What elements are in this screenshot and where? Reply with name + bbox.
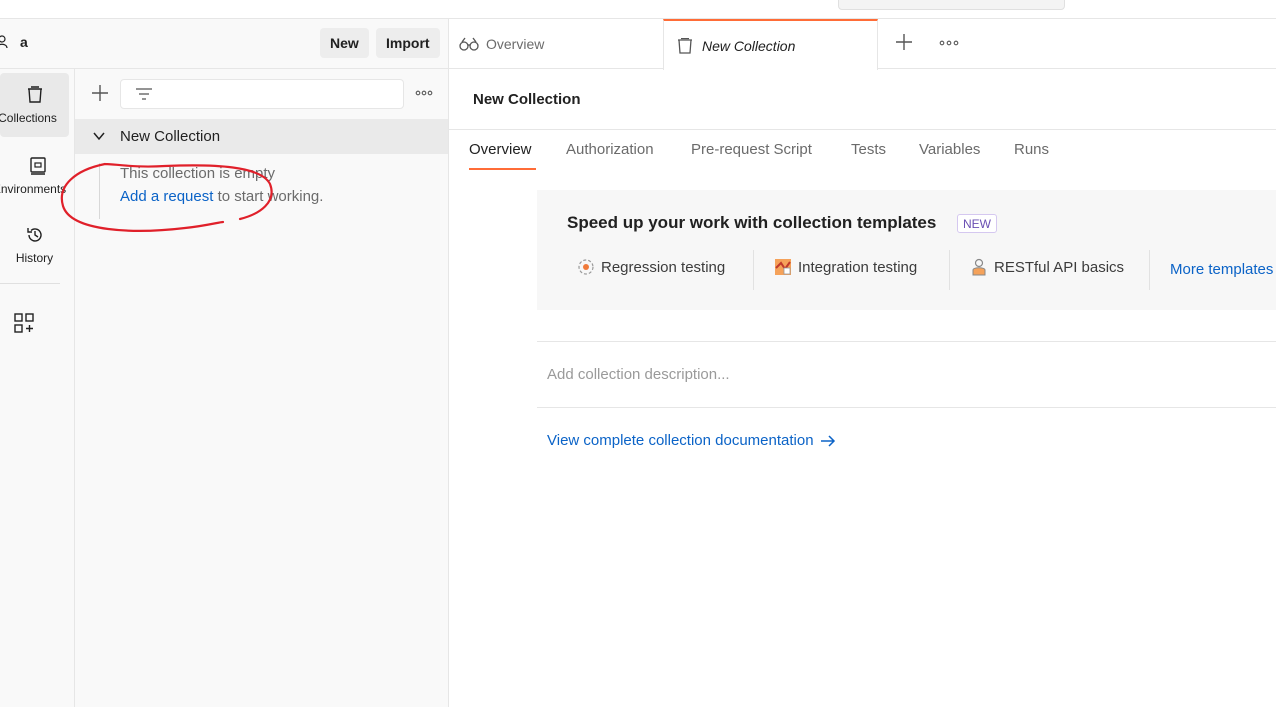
restful-api-icon <box>972 258 986 276</box>
arrow-right-icon <box>820 434 835 447</box>
tab-bar: Overview New Collection <box>449 19 1276 70</box>
overview-icon <box>459 37 479 51</box>
rail-divider <box>0 283 60 284</box>
subtab-tests[interactable]: Tests <box>851 141 886 158</box>
template-separator <box>1149 250 1150 290</box>
template-restful-api-basics[interactable]: RESTful API basics <box>970 258 1124 276</box>
template-regression-testing[interactable]: Regression testing <box>577 258 725 276</box>
top-bar <box>0 0 1276 19</box>
plus-icon[interactable] <box>89 82 111 104</box>
subtab-overview[interactable]: Overview <box>469 141 532 158</box>
filter-icon <box>136 88 152 100</box>
subtab-runs[interactable]: Runs <box>1014 141 1049 158</box>
collection-row[interactable]: New Collection <box>75 119 448 154</box>
template-separator <box>949 250 950 290</box>
collection-description-input[interactable]: Add collection description... <box>547 366 730 383</box>
view-documentation-link[interactable]: View complete collection documentation <box>547 432 836 449</box>
tab-label: New Collection <box>702 37 796 54</box>
templates-title: Speed up your work with collection templ… <box>567 213 937 232</box>
template-label: RESTful API basics <box>994 258 1125 276</box>
workspace-user[interactable]: a <box>0 34 28 50</box>
template-label: Integration testing <box>798 258 918 276</box>
integration-testing-icon <box>775 259 791 275</box>
page-title[interactable]: New Collection <box>473 91 581 108</box>
template-integration-testing[interactable]: Integration testing <box>774 258 917 276</box>
tab-new-collection[interactable]: New Collection <box>663 19 878 70</box>
tab-more-options-icon[interactable] <box>938 34 960 52</box>
regression-testing-icon <box>578 259 594 275</box>
rail-item-collections[interactable]: Collections <box>0 73 69 137</box>
trash-can-collection-icon <box>27 86 42 103</box>
user-icon <box>0 35 8 49</box>
divider <box>449 129 1276 130</box>
sidebar-search-input[interactable] <box>120 79 404 109</box>
history-icon <box>26 228 42 242</box>
configure-workspace-icon[interactable] <box>12 311 36 335</box>
templates-panel: Speed up your work with collection templ… <box>537 190 1276 310</box>
global-search-bar[interactable] <box>838 0 1065 10</box>
collection-name: New Collection <box>120 128 221 145</box>
tab-overview[interactable]: Overview <box>459 19 663 69</box>
environment-icon <box>29 157 46 175</box>
left-panel: a New Import Collections Environments Hi… <box>0 19 449 707</box>
red-circle-annotation <box>60 162 273 232</box>
template-separator <box>753 250 754 290</box>
tab-label: Overview <box>486 36 545 52</box>
divider <box>537 407 1276 408</box>
more-options-icon[interactable] <box>414 82 434 104</box>
more-templates-link[interactable]: More templates <box>1170 261 1273 278</box>
subtab-variables[interactable]: Variables <box>919 141 980 158</box>
rail-label-collections: Collections <box>0 111 57 125</box>
template-label: Regression testing <box>601 258 726 276</box>
new-button[interactable]: New <box>320 28 369 58</box>
workspace-user-name: a <box>20 34 28 50</box>
new-badge: NEW <box>957 214 997 233</box>
new-tab-plus-icon[interactable] <box>895 33 913 51</box>
import-button[interactable]: Import <box>376 28 440 58</box>
subtab-authorization[interactable]: Authorization <box>566 141 654 158</box>
subtab-pre-request-script[interactable]: Pre-request Script <box>691 141 812 158</box>
active-subtab-indicator <box>469 168 536 170</box>
workspace-header: a New Import <box>0 19 449 69</box>
divider <box>537 341 1276 342</box>
rail-label-history: History <box>15 251 54 265</box>
collection-icon <box>678 37 692 54</box>
view-documentation-label: View complete collection documentation <box>547 432 814 449</box>
chevron-down-icon[interactable] <box>92 129 106 143</box>
